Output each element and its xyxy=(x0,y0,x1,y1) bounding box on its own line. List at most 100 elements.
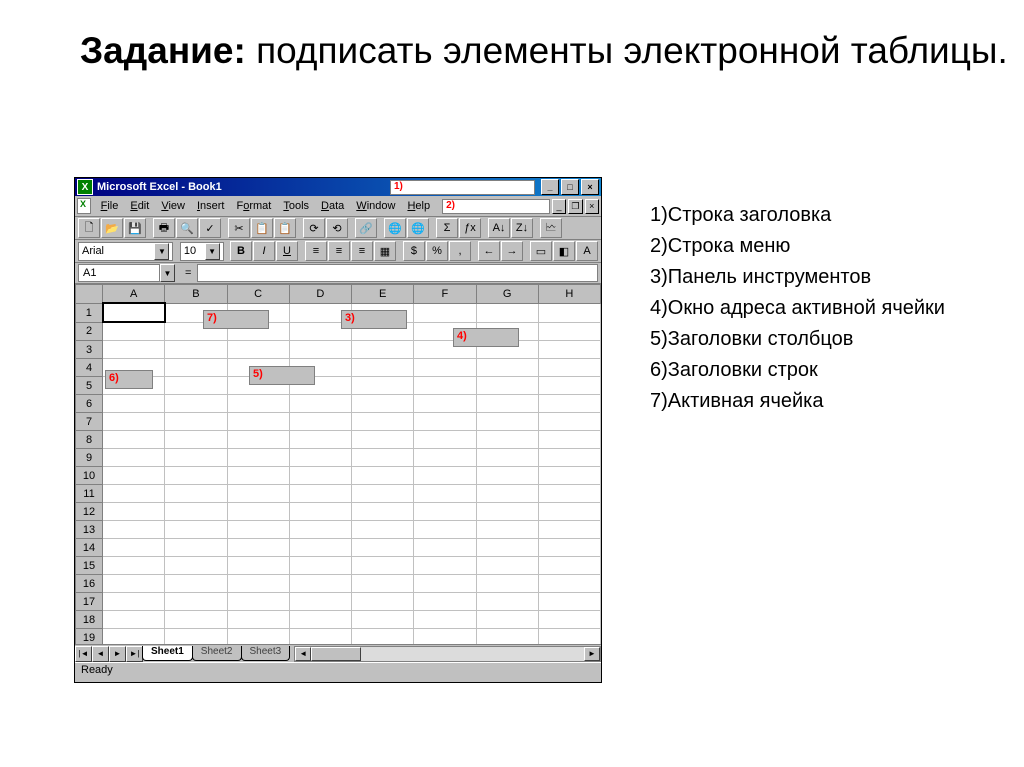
row-header-8[interactable]: 8 xyxy=(76,431,103,449)
cell-B3[interactable] xyxy=(165,341,227,359)
toolbar-button-5[interactable]: ✓ xyxy=(199,218,221,238)
cell-E13[interactable] xyxy=(352,521,414,539)
cell-B12[interactable] xyxy=(165,503,227,521)
cell-F15[interactable] xyxy=(414,557,476,575)
cell-H18[interactable] xyxy=(538,611,600,629)
cell-G4[interactable] xyxy=(476,359,538,377)
mdi-minimize-button[interactable]: _ xyxy=(552,199,566,214)
row-header-19[interactable]: 19 xyxy=(76,629,103,645)
cell-H9[interactable] xyxy=(538,449,600,467)
format-button-6[interactable]: ▦ xyxy=(374,241,396,261)
cell-C7[interactable] xyxy=(227,413,289,431)
menu-window[interactable]: Window xyxy=(350,198,401,214)
toolbar-button-12[interactable]: 🌐 xyxy=(384,218,406,238)
row-header-15[interactable]: 15 xyxy=(76,557,103,575)
cell-B17[interactable] xyxy=(165,593,227,611)
cell-G1[interactable] xyxy=(476,303,538,322)
cell-G6[interactable] xyxy=(476,395,538,413)
row-header-1[interactable]: 1 xyxy=(76,303,103,322)
cell-B15[interactable] xyxy=(165,557,227,575)
toolbar-button-2[interactable]: 💾 xyxy=(124,218,146,238)
row-header-3[interactable]: 3 xyxy=(76,341,103,359)
column-header-A[interactable]: A xyxy=(103,285,165,304)
column-header-C[interactable]: C xyxy=(227,285,289,304)
menu-format[interactable]: Format xyxy=(231,198,278,214)
horizontal-scrollbar[interactable]: ◄ ► xyxy=(294,646,601,662)
cell-D16[interactable] xyxy=(289,575,351,593)
workbook-icon[interactable] xyxy=(77,198,91,214)
cell-H3[interactable] xyxy=(538,341,600,359)
cell-H16[interactable] xyxy=(538,575,600,593)
menu-edit[interactable]: Edit xyxy=(124,198,155,214)
toolbar-button-6[interactable]: ✂ xyxy=(228,218,250,238)
font-size-combo[interactable]: 10 ▼ xyxy=(180,242,224,261)
select-all-corner[interactable] xyxy=(76,285,103,304)
cell-C18[interactable] xyxy=(227,611,289,629)
cell-C3[interactable] xyxy=(227,341,289,359)
column-header-H[interactable]: H xyxy=(538,285,600,304)
menu-insert[interactable]: Insert xyxy=(191,198,231,214)
toolbar-button-0[interactable]: 🗋 xyxy=(78,218,100,238)
cell-C14[interactable] xyxy=(227,539,289,557)
name-box[interactable]: A1 xyxy=(78,264,160,282)
format-button-10[interactable]: ← xyxy=(478,241,500,261)
toolbar-button-8[interactable]: 📋 xyxy=(274,218,296,238)
cell-F4[interactable] xyxy=(414,359,476,377)
titlebar[interactable]: X Microsoft Excel - Book1 1) _ □ × xyxy=(75,178,601,196)
name-box-dropdown[interactable]: ▼ xyxy=(160,264,175,282)
cell-A10[interactable] xyxy=(103,467,165,485)
cell-G12[interactable] xyxy=(476,503,538,521)
menu-file[interactable]: File xyxy=(95,198,125,214)
column-header-D[interactable]: D xyxy=(289,285,351,304)
cell-D17[interactable] xyxy=(289,593,351,611)
sheet-tab-3[interactable]: Sheet3 xyxy=(241,646,291,661)
row-header-2[interactable]: 2 xyxy=(76,322,103,341)
row-header-18[interactable]: 18 xyxy=(76,611,103,629)
cell-B11[interactable] xyxy=(165,485,227,503)
scroll-right-button[interactable]: ► xyxy=(584,647,600,661)
row-header-11[interactable]: 11 xyxy=(76,485,103,503)
cell-H17[interactable] xyxy=(538,593,600,611)
cell-G8[interactable] xyxy=(476,431,538,449)
cell-D12[interactable] xyxy=(289,503,351,521)
worksheet-grid[interactable]: ABCDEFGH12345678910111213141516171819 7)… xyxy=(75,284,601,644)
formula-bar[interactable] xyxy=(197,264,598,282)
toolbar-button-15[interactable]: ƒx xyxy=(459,218,481,238)
cell-G15[interactable] xyxy=(476,557,538,575)
cell-H13[interactable] xyxy=(538,521,600,539)
cell-B10[interactable] xyxy=(165,467,227,485)
format-button-9[interactable]: , xyxy=(449,241,471,261)
format-button-2[interactable]: U xyxy=(276,241,298,261)
cell-A8[interactable] xyxy=(103,431,165,449)
cell-D18[interactable] xyxy=(289,611,351,629)
cell-A15[interactable] xyxy=(103,557,165,575)
format-button-13[interactable]: ◧ xyxy=(553,241,575,261)
answer-slot-2[interactable]: 2) xyxy=(442,199,550,214)
cell-F17[interactable] xyxy=(414,593,476,611)
cell-G14[interactable] xyxy=(476,539,538,557)
cell-G18[interactable] xyxy=(476,611,538,629)
cell-E18[interactable] xyxy=(352,611,414,629)
cell-C19[interactable] xyxy=(227,629,289,645)
menu-tools[interactable]: Tools xyxy=(277,198,315,214)
cell-C13[interactable] xyxy=(227,521,289,539)
minimize-button[interactable]: _ xyxy=(541,179,559,195)
cell-F13[interactable] xyxy=(414,521,476,539)
cell-A14[interactable] xyxy=(103,539,165,557)
cell-A1[interactable] xyxy=(103,303,165,322)
cell-D19[interactable] xyxy=(289,629,351,645)
answer-slot-6[interactable]: 6) xyxy=(105,370,153,389)
cell-E5[interactable] xyxy=(352,377,414,395)
cell-A7[interactable] xyxy=(103,413,165,431)
cell-B14[interactable] xyxy=(165,539,227,557)
chevron-down-icon[interactable]: ▼ xyxy=(154,243,169,260)
cell-F5[interactable] xyxy=(414,377,476,395)
cell-E6[interactable] xyxy=(352,395,414,413)
scroll-left-button[interactable]: ◄ xyxy=(295,647,311,661)
answer-slot-5[interactable]: 5) xyxy=(249,366,315,385)
tab-nav-next[interactable]: ► xyxy=(109,646,126,662)
cell-E8[interactable] xyxy=(352,431,414,449)
answer-slot-3[interactable]: 3) xyxy=(341,310,407,329)
cell-E19[interactable] xyxy=(352,629,414,645)
cell-B19[interactable] xyxy=(165,629,227,645)
